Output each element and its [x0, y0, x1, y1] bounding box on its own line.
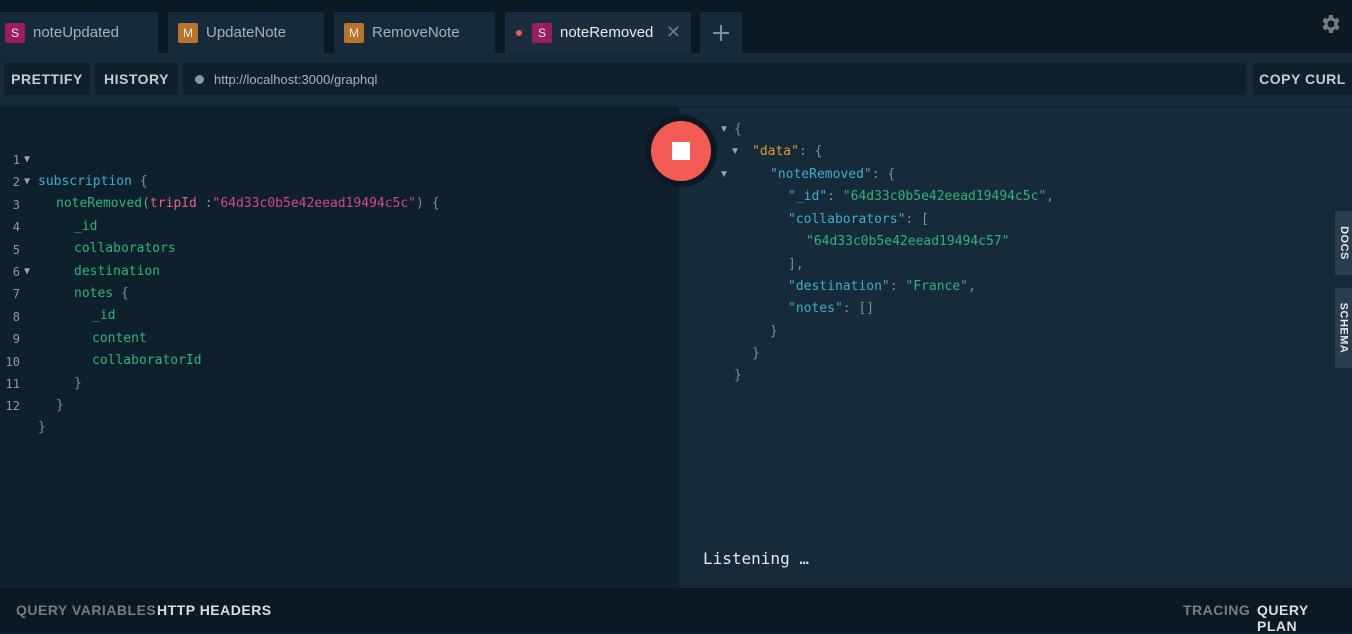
tab-label: noteRemoved — [560, 24, 654, 41]
json-value: "France" — [905, 279, 969, 294]
tab-label: UpdateNote — [206, 24, 287, 41]
json-key: "collaborators" — [788, 212, 906, 227]
code-line: 4 collaborators — [12, 220, 176, 256]
json-key: "notes" — [788, 301, 843, 316]
tab-label: RemoveNote — [372, 24, 460, 41]
code-line: 1 ▼ subscription { — [12, 153, 148, 189]
connection-status-icon — [195, 74, 204, 84]
tab-noteRemoved[interactable]: S noteRemoved ✕ — [505, 12, 691, 53]
gear-icon[interactable] — [1318, 12, 1342, 36]
query-editor[interactable]: 1 ▼ subscription { 2 ▼ noteRemoved(tripId … — [0, 107, 679, 588]
code-line: 8 content — [12, 310, 147, 346]
subscription-badge: S — [5, 22, 25, 43]
stop-subscription-button[interactable] — [645, 115, 717, 187]
stop-icon — [672, 142, 690, 160]
json-key: "data" — [752, 144, 799, 159]
code-line: 7 _id — [12, 287, 116, 323]
endpoint-url: http://localhost:3000/graphql — [214, 71, 378, 87]
code-line: 5 destination — [12, 243, 161, 279]
json-value: "64d33c0b5e42eead19494c5c" — [842, 189, 1047, 204]
code-line: 3 _id — [12, 198, 98, 234]
tracing-tab[interactable]: TRACING — [1183, 602, 1250, 618]
code-line: 9 collaboratorId — [12, 332, 202, 368]
endpoint-input[interactable]: http://localhost:3000/graphql — [183, 63, 1246, 95]
tab-noteUpdated[interactable]: S noteUpdated — [0, 12, 158, 53]
code-line: 2 ▼ noteRemoved(tripId :"64d33c0b5e42eead… — [12, 175, 440, 211]
plus-icon — [713, 24, 729, 41]
tab-label: noteUpdated — [33, 24, 119, 41]
tab-RemoveNote[interactable]: M RemoveNote — [334, 12, 495, 53]
history-button[interactable]: HISTORY — [95, 63, 178, 95]
docs-tab[interactable]: DOCS — [1335, 211, 1352, 275]
code-line: 11 } — [5, 377, 64, 413]
http-headers-tab[interactable]: HTTP HEADERS — [157, 602, 272, 618]
add-tab-button[interactable] — [700, 12, 742, 53]
json-key: "destination" — [788, 279, 890, 294]
schema-tab[interactable]: SCHEMA — [1335, 288, 1352, 368]
unsaved-dot — [516, 29, 522, 36]
code-line: 10 } — [5, 355, 82, 391]
footer-bar: QUERY VARIABLES HTTP HEADERS TRACING QUE… — [0, 588, 1352, 634]
code-line: 12 } — [5, 399, 46, 435]
json-value: "64d33c0b5e42eead19494c57" — [806, 234, 1010, 249]
close-icon[interactable]: ✕ — [666, 22, 681, 42]
subscription-badge: S — [532, 22, 552, 43]
mutation-badge: M — [178, 22, 198, 43]
json-value: [] — [858, 301, 875, 316]
subscription-status: Listening … — [703, 549, 809, 568]
code-line: 6 ▼ notes { — [12, 265, 129, 301]
tab-bar: S noteUpdated M UpdateNote M RemoveNote … — [0, 0, 1352, 53]
query-plan-tab[interactable]: QUERY PLAN — [1257, 602, 1352, 634]
prettify-button[interactable]: PRETTIFY — [4, 63, 90, 95]
tab-UpdateNote[interactable]: M UpdateNote — [168, 12, 324, 53]
result-pane[interactable]: ▼ { ▼ "data": { ▼ "noteRemoved": { "_id"… — [679, 107, 1352, 588]
toolbar: PRETTIFY HISTORY http://localhost:3000/g… — [0, 53, 1352, 106]
json-key: "_id" — [788, 189, 828, 204]
json-key: "noteRemoved" — [770, 167, 872, 182]
mutation-badge: M — [344, 22, 364, 43]
copy-curl-button[interactable]: COPY CURL — [1253, 63, 1352, 95]
query-variables-tab[interactable]: QUERY VARIABLES — [16, 602, 156, 618]
